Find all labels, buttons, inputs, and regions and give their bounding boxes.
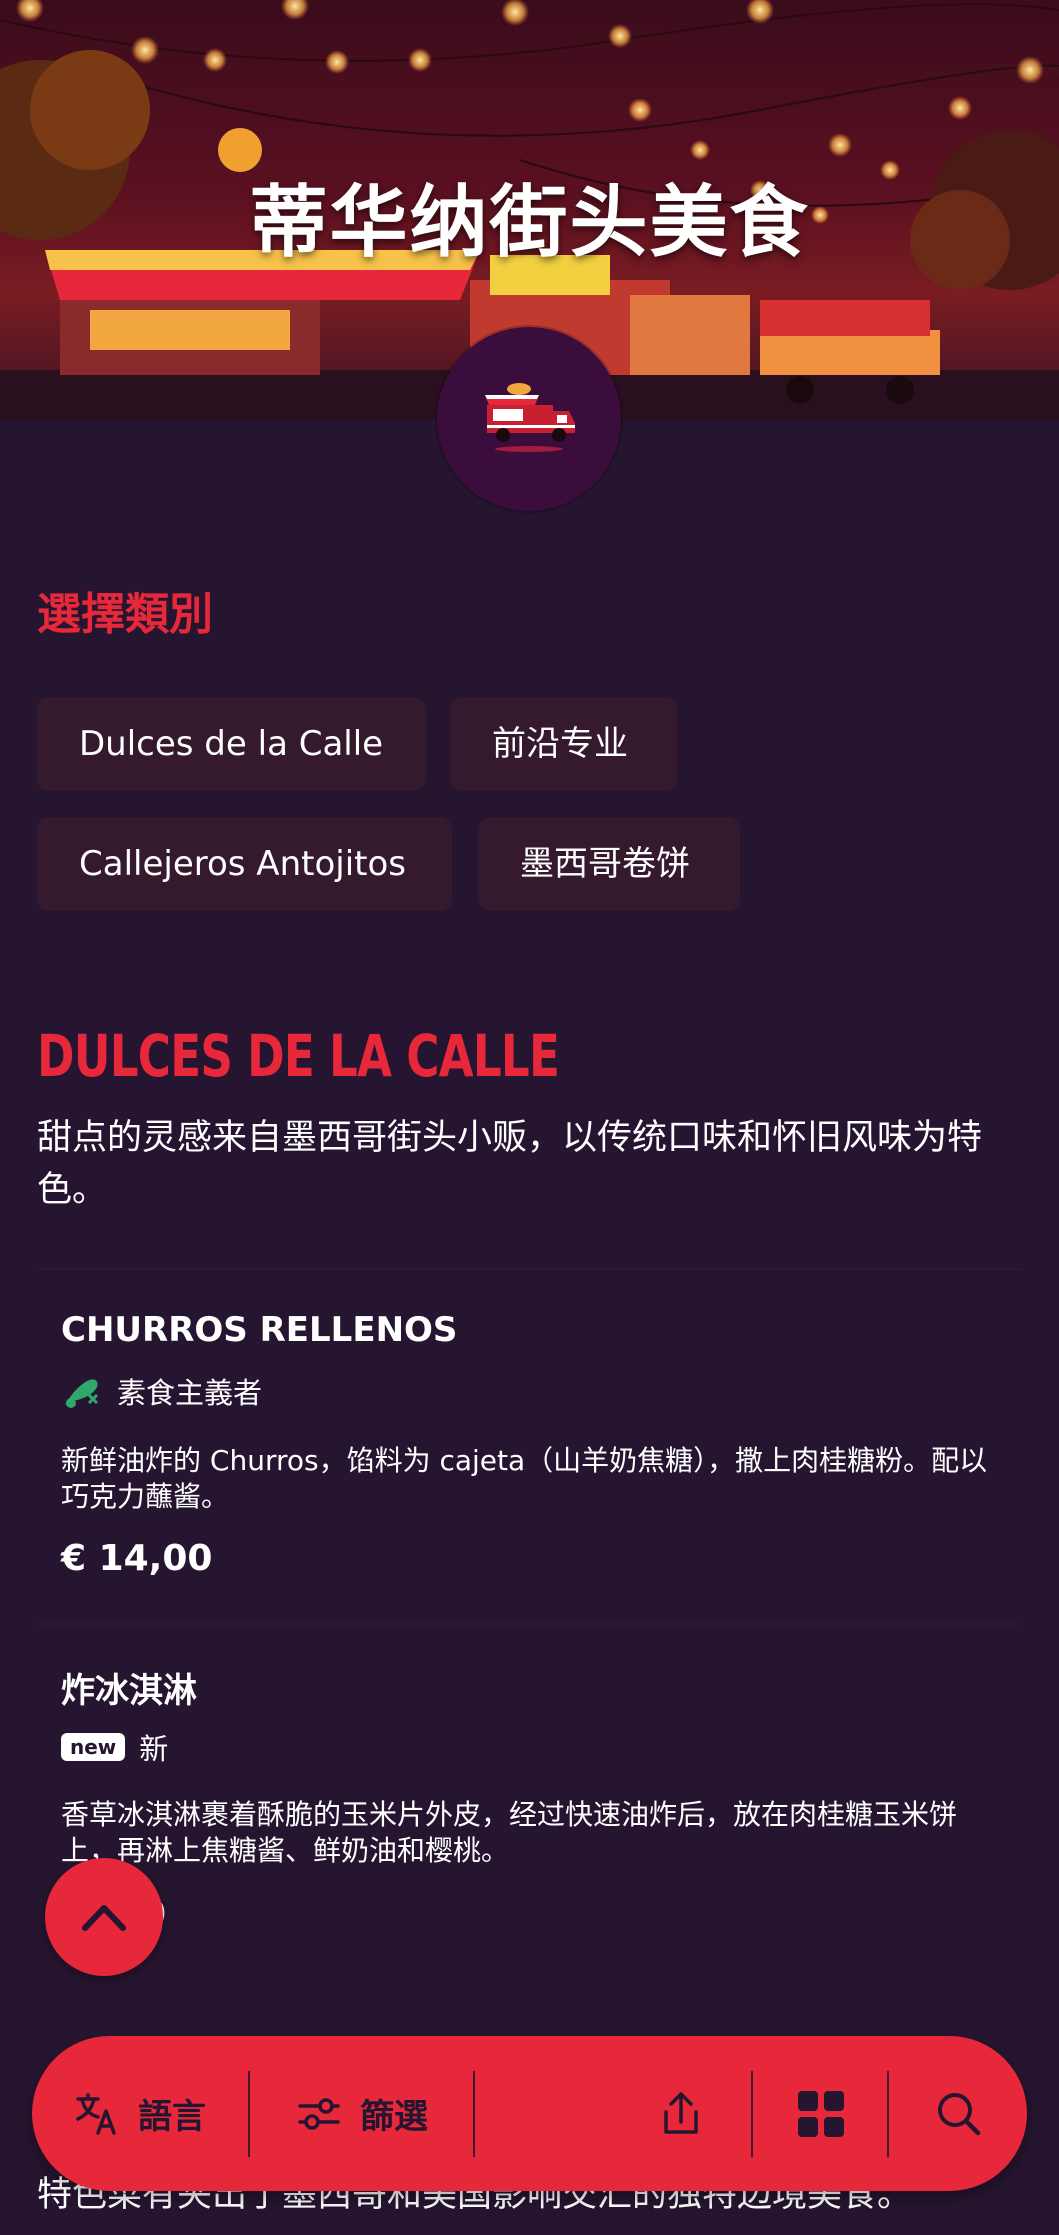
new-badge: new	[61, 1733, 126, 1761]
grid-view-button[interactable]	[796, 2036, 846, 2191]
divider	[37, 1268, 1022, 1270]
category-chip-dulces[interactable]: Dulces de la Calle	[37, 697, 426, 791]
new-tag-label: 新	[139, 1732, 169, 1766]
category-chip-antojitos[interactable]: Callejeros Antojitos	[37, 817, 452, 911]
search-button[interactable]	[934, 2036, 984, 2191]
search-icon	[938, 2092, 981, 2135]
language-button[interactable]: 語言	[74, 2036, 206, 2191]
page-title: 蒂华纳街头美食	[249, 178, 810, 268]
menu-item-description: 香草冰淇淋裹着酥脆的玉米片外皮，经过快速油炸后，放在肉桂糖玉米饼上，再淋上焦糖酱…	[61, 1798, 958, 1867]
language-label: 語言	[138, 2097, 206, 2137]
scroll-to-top-button[interactable]	[45, 1858, 163, 1976]
menu-item-name[interactable]: 炸冰淇淋	[61, 1663, 197, 1712]
new-tag: new 新	[61, 1726, 168, 1768]
bottom-toolbar: 語言 篩選	[32, 2036, 1027, 2191]
translate-icon	[76, 2092, 116, 2135]
filter-icon	[298, 2097, 340, 2130]
food-truck-icon	[485, 383, 575, 452]
dietary-tag: 素食主義者	[61, 1370, 262, 1412]
filter-button[interactable]: 篩選	[296, 2036, 428, 2191]
toolbar-divider	[473, 2071, 475, 2157]
toolbar-divider	[248, 2071, 250, 2157]
share-icon	[664, 2091, 698, 2134]
chevron-up-icon	[82, 1905, 126, 1931]
menu-item-price: € 14,00	[61, 1538, 213, 1579]
toolbar-divider	[751, 2071, 753, 2157]
share-button[interactable]	[656, 2036, 706, 2191]
restaurant-logo	[437, 327, 621, 511]
category-chip-frontier[interactable]: 前沿专业	[450, 697, 677, 791]
category-heading: DULCES DE LA CALLE	[37, 1022, 560, 1090]
dietary-tag-label: 素食主義者	[117, 1376, 263, 1410]
divider	[37, 1623, 1022, 1625]
grid-icon	[798, 2090, 844, 2137]
category-description: 甜点的灵感来自墨西哥街头小贩，以传统口味和怀旧风味为特色。	[37, 1118, 983, 1210]
category-section-label: 選擇類別	[37, 589, 213, 640]
menu-item-description: 新鲜油炸的 Churros，馅料为 cajeta（山羊奶焦糖），撒上肉桂糖粉。配…	[61, 1444, 988, 1513]
filter-label: 篩選	[360, 2097, 428, 2137]
category-chip-burritos[interactable]: 墨西哥卷饼	[478, 817, 740, 911]
toolbar-divider	[887, 2071, 889, 2157]
menu-item-name[interactable]: CHURROS RELLENOS	[61, 1310, 457, 1350]
vegetarian-icon	[65, 1379, 99, 1408]
